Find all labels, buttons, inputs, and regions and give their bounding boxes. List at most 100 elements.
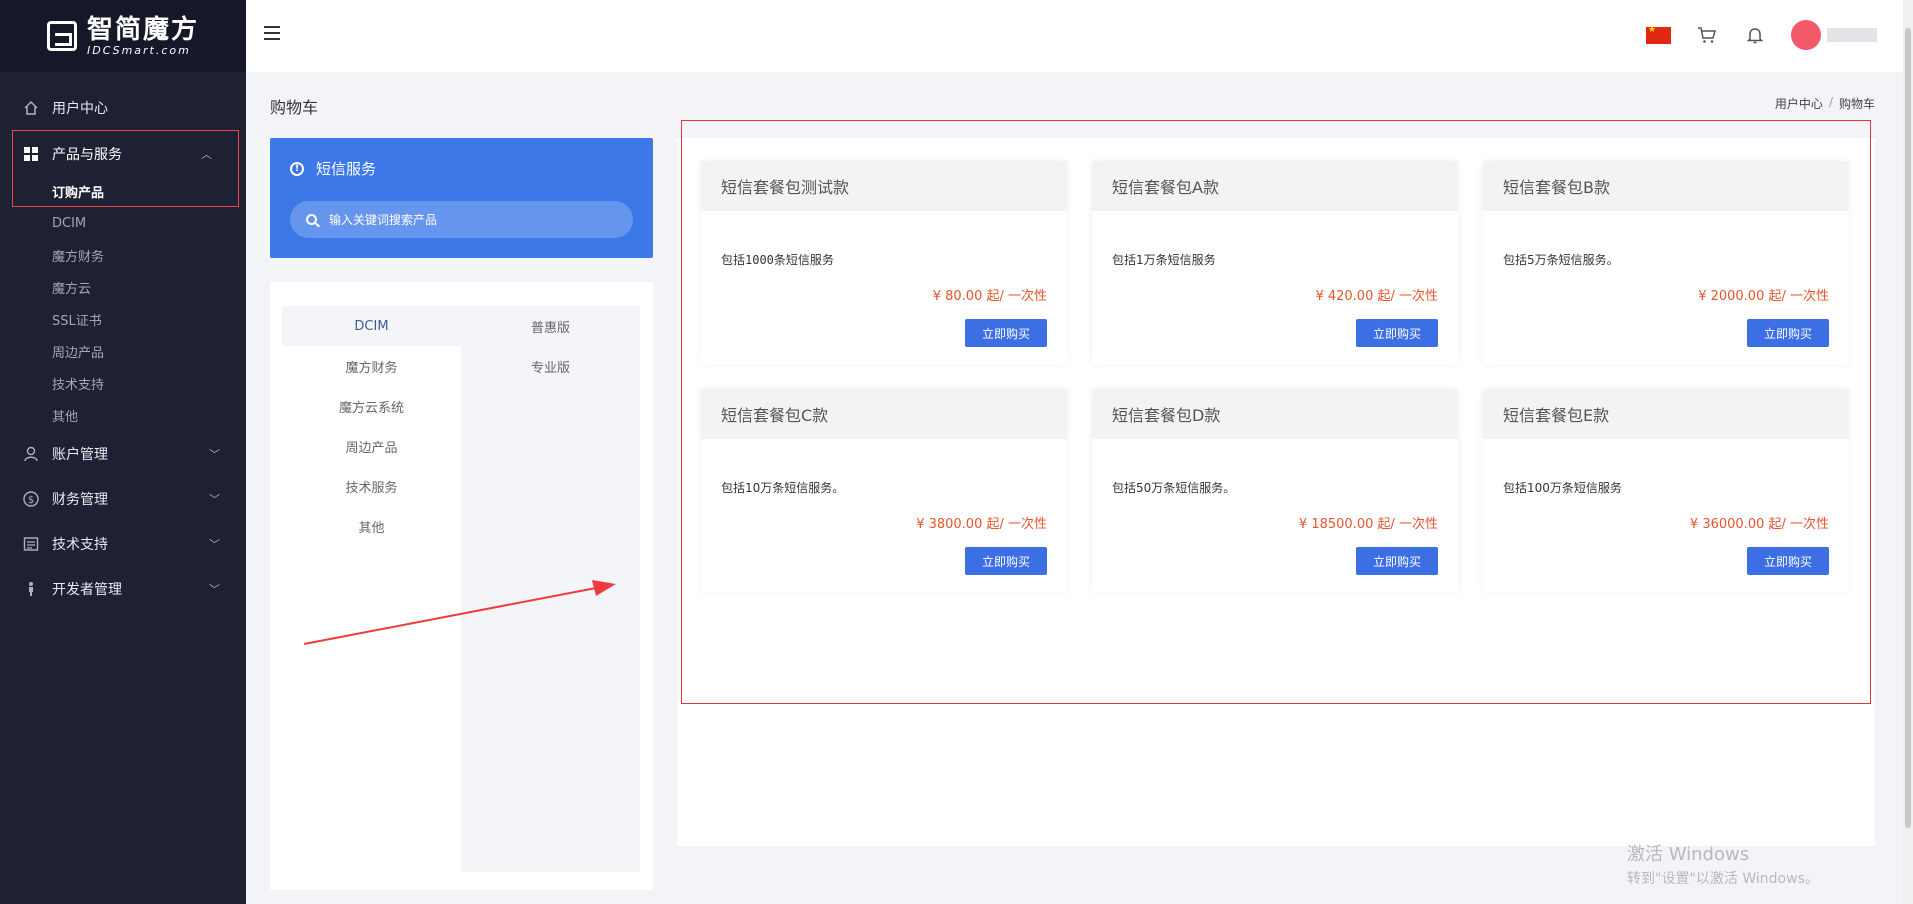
- logo[interactable]: 智简魔方 IDCSmart.com: [0, 0, 246, 72]
- category-item-tech-service[interactable]: 技术服务: [282, 466, 461, 506]
- scrollbar[interactable]: [1903, 0, 1913, 904]
- buy-now-button[interactable]: 立即购买: [965, 319, 1047, 347]
- chevron-down-icon: ﹀: [209, 582, 220, 596]
- subcategory-item-standard[interactable]: 普惠版: [461, 306, 640, 346]
- sidebar-item-account[interactable]: 账户管理 ﹀: [0, 431, 246, 476]
- scrollbar-thumb[interactable]: [1905, 28, 1911, 828]
- sidebar-item-label: 财务管理: [52, 491, 108, 508]
- windows-activation-watermark: 激活 Windows 转到"设置"以激活 Windows。: [1627, 840, 1819, 888]
- breadcrumb-current: 购物车: [1838, 97, 1875, 111]
- sidebar: 智简魔方 IDCSmart.com 用户中心 产品与服务 ︿ 订购产品 DCIM…: [0, 0, 246, 904]
- chevron-down-icon: ﹀: [209, 492, 220, 506]
- sidebar-item-products[interactable]: 产品与服务 ︿: [13, 131, 238, 176]
- product-description: 包括50万条短信服务。: [1112, 481, 1236, 495]
- language-flag-icon[interactable]: [1646, 25, 1671, 44]
- product-description: 包括100万条短信服务: [1503, 481, 1622, 495]
- chevron-down-icon: ﹀: [209, 537, 220, 551]
- info-icon: !: [290, 161, 304, 176]
- subcategory-item-professional[interactable]: 专业版: [461, 346, 640, 386]
- watermark-title: 激活 Windows: [1627, 844, 1750, 865]
- breadcrumb-separator: /: [1828, 95, 1833, 109]
- sidebar-subitem-support[interactable]: 技术支持: [0, 367, 246, 399]
- sidebar-item-user-center[interactable]: 用户中心: [0, 85, 246, 130]
- buy-now-button[interactable]: 立即购买: [1747, 547, 1829, 575]
- buy-now-button[interactable]: 立即购买: [1747, 319, 1829, 347]
- home-icon: [22, 99, 40, 117]
- product-card: 短信套餐包D款 包括50万条短信服务。 ¥ 18500.00 起/ 一次性 立即…: [1092, 389, 1458, 593]
- product-name: 短信套餐包测试款: [701, 161, 1067, 211]
- sidebar-item-label: 产品与服务: [52, 146, 122, 163]
- category-item-peripheral[interactable]: 周边产品: [282, 426, 461, 466]
- page-title: 购物车: [270, 98, 319, 117]
- dollar-icon: $: [22, 490, 40, 508]
- sidebar-subitem-other[interactable]: 其他: [0, 399, 246, 431]
- product-name: 短信套餐包E款: [1483, 389, 1849, 439]
- product-card: 短信套餐包测试款 包括1000条短信服务 ¥ 80.00 起/ 一次性 立即购买: [701, 161, 1067, 365]
- product-price: ¥ 2000.00 起/ 一次性: [1698, 289, 1829, 304]
- search-input[interactable]: [329, 212, 609, 227]
- user-menu[interactable]: [1791, 20, 1877, 50]
- top-bar: [246, 0, 1913, 72]
- cart-icon[interactable]: [1695, 23, 1719, 47]
- chevron-down-icon: ﹀: [209, 447, 220, 461]
- product-price: ¥ 80.00 起/ 一次性: [932, 289, 1047, 304]
- chevron-up-icon: ︿: [201, 147, 212, 161]
- menu-toggle-icon[interactable]: [264, 26, 280, 40]
- product-price: ¥ 420.00 起/ 一次性: [1315, 289, 1438, 304]
- sidebar-subitem-peripheral[interactable]: 周边产品: [0, 335, 246, 367]
- product-description: 包括10万条短信服务。: [721, 481, 845, 495]
- category-item-dcim[interactable]: DCIM: [282, 306, 461, 346]
- category-item-finance[interactable]: 魔方财务: [282, 346, 461, 386]
- sidebar-subitem-ssl[interactable]: SSL证书: [0, 303, 246, 335]
- sidebar-item-developer[interactable]: 开发者管理 ﹀: [0, 566, 246, 611]
- category-item-cloud[interactable]: 魔方云系统: [282, 386, 461, 426]
- buy-now-button[interactable]: 立即购买: [965, 547, 1047, 575]
- product-card: 短信套餐包A款 包括1万条短信服务 ¥ 420.00 起/ 一次性 立即购买: [1092, 161, 1458, 365]
- product-name: 短信套餐包B款: [1483, 161, 1849, 211]
- search-box: [290, 201, 633, 238]
- category-item-other[interactable]: 其他: [282, 506, 461, 546]
- product-price: ¥ 3800.00 起/ 一次性: [916, 517, 1047, 532]
- product-name: 短信套餐包D款: [1092, 389, 1458, 439]
- sidebar-item-label: 用户中心: [52, 100, 108, 117]
- sidebar-item-label: 开发者管理: [52, 581, 122, 598]
- product-price: ¥ 36000.00 起/ 一次性: [1689, 517, 1829, 532]
- username-blurred: [1827, 28, 1877, 42]
- svg-text:$: $: [28, 495, 34, 506]
- developer-icon: [22, 580, 40, 598]
- logo-text: 智简魔方: [86, 14, 199, 45]
- logo-subtext: IDCSmart.com: [86, 43, 191, 57]
- breadcrumb: 用户中心 / 购物车: [1775, 95, 1875, 112]
- breadcrumb-link-user-center[interactable]: 用户中心: [1775, 95, 1823, 112]
- service-header-card: ! 短信服务: [270, 138, 653, 258]
- sidebar-item-finance[interactable]: $ 财务管理 ﹀: [0, 476, 246, 521]
- product-name: 短信套餐包C款: [701, 389, 1067, 439]
- sidebar-subitem-finance[interactable]: 魔方财务: [0, 239, 246, 271]
- watermark-subtitle: 转到"设置"以激活 Windows。: [1627, 871, 1819, 887]
- sidebar-item-label: 账户管理: [52, 446, 108, 463]
- product-description: 包括1000条短信服务: [721, 253, 834, 267]
- search-icon: [306, 214, 317, 225]
- buy-now-button[interactable]: 立即购买: [1356, 319, 1438, 347]
- product-price: ¥ 18500.00 起/ 一次性: [1298, 517, 1438, 532]
- sidebar-item-label: 技术支持: [52, 536, 108, 553]
- sidebar-group-products: 产品与服务 ︿ 订购产品: [12, 130, 239, 207]
- logo-icon: [46, 21, 77, 51]
- service-title: 短信服务: [316, 160, 377, 178]
- sidebar-subitem-dcim[interactable]: DCIM: [0, 207, 246, 239]
- grid-icon: [22, 145, 40, 163]
- product-name: 短信套餐包A款: [1092, 161, 1458, 211]
- ticket-icon: [22, 535, 40, 553]
- buy-now-button[interactable]: 立即购买: [1356, 547, 1438, 575]
- product-description: 包括1万条短信服务: [1112, 253, 1216, 267]
- avatar: [1791, 20, 1821, 50]
- bell-icon[interactable]: [1743, 23, 1767, 47]
- user-icon: [22, 445, 40, 463]
- sidebar-subitem-order-product[interactable]: 订购产品: [13, 176, 238, 206]
- product-description: 包括5万条短信服务。: [1503, 253, 1619, 267]
- product-card: 短信套餐包E款 包括100万条短信服务 ¥ 36000.00 起/ 一次性 立即…: [1483, 389, 1849, 593]
- sidebar-subitem-cloud[interactable]: 魔方云: [0, 271, 246, 303]
- sidebar-item-support[interactable]: 技术支持 ﹀: [0, 521, 246, 566]
- annotation-arrow-icon: [303, 580, 616, 645]
- product-card: 短信套餐包B款 包括5万条短信服务。 ¥ 2000.00 起/ 一次性 立即购买: [1483, 161, 1849, 365]
